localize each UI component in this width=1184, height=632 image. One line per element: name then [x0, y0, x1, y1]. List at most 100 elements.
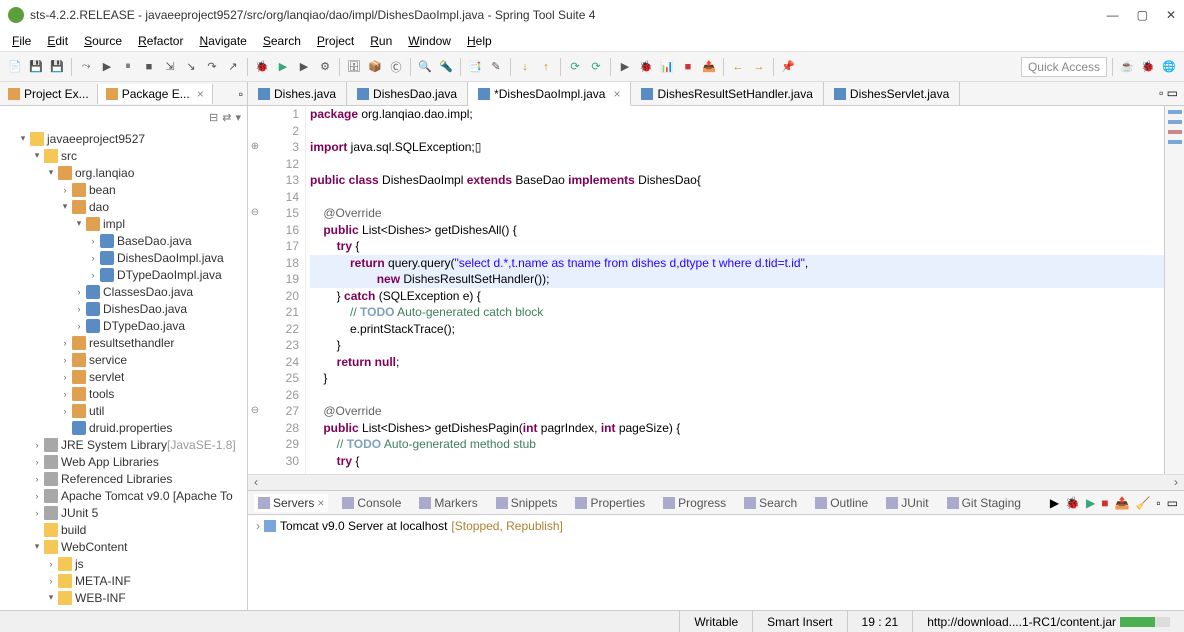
project-explorer-tab[interactable]: Project Ex...: [0, 84, 98, 104]
marker-icon[interactable]: [1168, 110, 1182, 114]
coverage-icon[interactable]: ▶: [295, 58, 313, 76]
server-stop-icon[interactable]: ■: [1101, 496, 1108, 510]
bottom-tab-git-staging[interactable]: Git Staging: [943, 494, 1025, 512]
pin-icon[interactable]: 📌: [779, 58, 797, 76]
step-return-icon[interactable]: ↗: [224, 58, 242, 76]
disconnect-icon[interactable]: ⇲: [161, 58, 179, 76]
menu-help[interactable]: Help: [459, 32, 500, 50]
menu-source[interactable]: Source: [76, 32, 130, 50]
open-type-icon[interactable]: 🔍: [416, 58, 434, 76]
package-explorer-tab[interactable]: Package E... ×: [98, 84, 213, 104]
tree-item[interactable]: ›bean: [2, 181, 245, 198]
toggle-mark-icon[interactable]: 📑: [466, 58, 484, 76]
pause-icon[interactable]: ⏸: [119, 58, 137, 76]
tree-item[interactable]: ›Web App Libraries: [2, 453, 245, 470]
perspective-debug-icon[interactable]: 🐞: [1139, 58, 1157, 76]
forward-icon[interactable]: →: [750, 58, 768, 76]
publish-icon[interactable]: 📤: [700, 58, 718, 76]
profile-server-icon[interactable]: 📊: [658, 58, 676, 76]
overview-ruler[interactable]: [1164, 106, 1184, 474]
close-icon[interactable]: ×: [613, 87, 620, 101]
debug-skip-icon[interactable]: ⤳: [77, 58, 95, 76]
menu-run[interactable]: Run: [362, 32, 400, 50]
back-icon[interactable]: ←: [729, 58, 747, 76]
resume-icon[interactable]: ▶: [98, 58, 116, 76]
menu-edit[interactable]: Edit: [39, 32, 76, 50]
tree-item[interactable]: ›META-INF: [2, 572, 245, 589]
minimize-view-icon[interactable]: ▫: [235, 87, 247, 101]
menu-refactor[interactable]: Refactor: [130, 32, 191, 50]
server-start-icon[interactable]: ▶: [1050, 496, 1059, 510]
bottom-tab-servers[interactable]: Servers ×: [254, 494, 328, 512]
maximize-button[interactable]: ▢: [1137, 8, 1148, 22]
start-server-icon[interactable]: ▶: [616, 58, 634, 76]
step-over-icon[interactable]: ↷: [203, 58, 221, 76]
server-row[interactable]: › Tomcat v9.0 Server at localhost [Stopp…: [256, 519, 1176, 533]
tree-item[interactable]: ▾impl: [2, 215, 245, 232]
server-debug-icon[interactable]: 🐞: [1065, 496, 1080, 510]
tree-item[interactable]: ›DTypeDaoImpl.java: [2, 266, 245, 283]
horizontal-scrollbar[interactable]: ‹ ›: [248, 474, 1184, 490]
tree-item[interactable]: ›Apache Tomcat v9.0 [Apache To: [2, 487, 245, 504]
bottom-tab-console[interactable]: Console: [338, 494, 405, 512]
tree-item[interactable]: ›servlet: [2, 368, 245, 385]
cursor-down-icon[interactable]: ↓: [516, 58, 534, 76]
step-into-icon[interactable]: ↘: [182, 58, 200, 76]
package-tree[interactable]: ▾javaeeproject9527▾src▾org.lanqiao›bean▾…: [0, 128, 247, 610]
new-java-icon[interactable]: 📦: [366, 58, 384, 76]
editor-tab[interactable]: DishesResultSetHandler.java: [631, 82, 823, 105]
cursor-up-icon[interactable]: ↑: [537, 58, 555, 76]
close-button[interactable]: ✕: [1166, 8, 1176, 22]
new-icon[interactable]: 📄: [6, 58, 24, 76]
tree-item[interactable]: ›resultsethandler: [2, 334, 245, 351]
menu-navigate[interactable]: Navigate: [191, 32, 254, 50]
tree-item[interactable]: druid.properties: [2, 419, 245, 436]
save-all-icon[interactable]: 💾: [48, 58, 66, 76]
code-text[interactable]: package org.lanqiao.dao.impl; import jav…: [306, 106, 1164, 474]
tree-item[interactable]: ›service: [2, 351, 245, 368]
relaunch-icon[interactable]: ⟳: [566, 58, 584, 76]
tree-item[interactable]: ›js: [2, 555, 245, 572]
code-area[interactable]: ⊕⊖⊖ 123121314151617181920212223242526272…: [248, 106, 1184, 474]
marker-icon[interactable]: [1168, 140, 1182, 144]
new-class-icon[interactable]: Ⓒ: [387, 58, 405, 76]
external-tools-icon[interactable]: ⚙: [316, 58, 334, 76]
tree-item[interactable]: ▾WebContent: [2, 538, 245, 555]
tree-item[interactable]: ›BaseDao.java: [2, 232, 245, 249]
annotation-icon[interactable]: ✎: [487, 58, 505, 76]
servers-content[interactable]: › Tomcat v9.0 Server at localhost [Stopp…: [248, 515, 1184, 610]
minimize-button[interactable]: —: [1107, 8, 1119, 22]
bottom-tab-progress[interactable]: Progress: [659, 494, 730, 512]
view-minimize-icon[interactable]: ▫: [1156, 496, 1160, 510]
new-server-icon[interactable]: 🗄: [345, 58, 363, 76]
server-clean-icon[interactable]: 🧹: [1135, 496, 1150, 510]
stop-server-icon[interactable]: ■: [679, 58, 697, 76]
bottom-tab-markers[interactable]: Markers: [415, 494, 481, 512]
src-folder[interactable]: ▾src: [2, 147, 245, 164]
menu-file[interactable]: File: [4, 32, 39, 50]
project-node[interactable]: ▾javaeeproject9527: [2, 130, 245, 147]
perspective-java-icon[interactable]: ☕: [1118, 58, 1136, 76]
view-menu-icon[interactable]: ▾: [235, 111, 241, 124]
tree-item[interactable]: ›Referenced Libraries: [2, 470, 245, 487]
save-icon[interactable]: 💾: [27, 58, 45, 76]
server-profile-icon[interactable]: ▶: [1086, 496, 1095, 510]
scroll-left-icon[interactable]: ‹: [248, 475, 264, 490]
tree-item[interactable]: ▾dao: [2, 198, 245, 215]
package-node[interactable]: ▾org.lanqiao: [2, 164, 245, 181]
maximize-editor-icon[interactable]: ▫ ▭: [1153, 82, 1184, 105]
tree-item[interactable]: ›ClassesDao.java: [2, 283, 245, 300]
tree-item[interactable]: ›DTypeDao.java: [2, 317, 245, 334]
perspective-web-icon[interactable]: 🌐: [1160, 58, 1178, 76]
editor-tab[interactable]: Dishes.java: [248, 82, 347, 105]
tree-item[interactable]: ▾WEB-INF: [2, 589, 245, 606]
bottom-tab-outline[interactable]: Outline: [811, 494, 872, 512]
menu-window[interactable]: Window: [400, 32, 459, 50]
tree-item[interactable]: build: [2, 521, 245, 538]
debug-icon[interactable]: 🐞: [253, 58, 271, 76]
bottom-tab-properties[interactable]: Properties: [571, 494, 649, 512]
editor-tab[interactable]: DishesServlet.java: [824, 82, 960, 105]
bottom-tab-search[interactable]: Search: [740, 494, 801, 512]
tree-item[interactable]: ›DishesDao.java: [2, 300, 245, 317]
stop-icon[interactable]: ■: [140, 58, 158, 76]
